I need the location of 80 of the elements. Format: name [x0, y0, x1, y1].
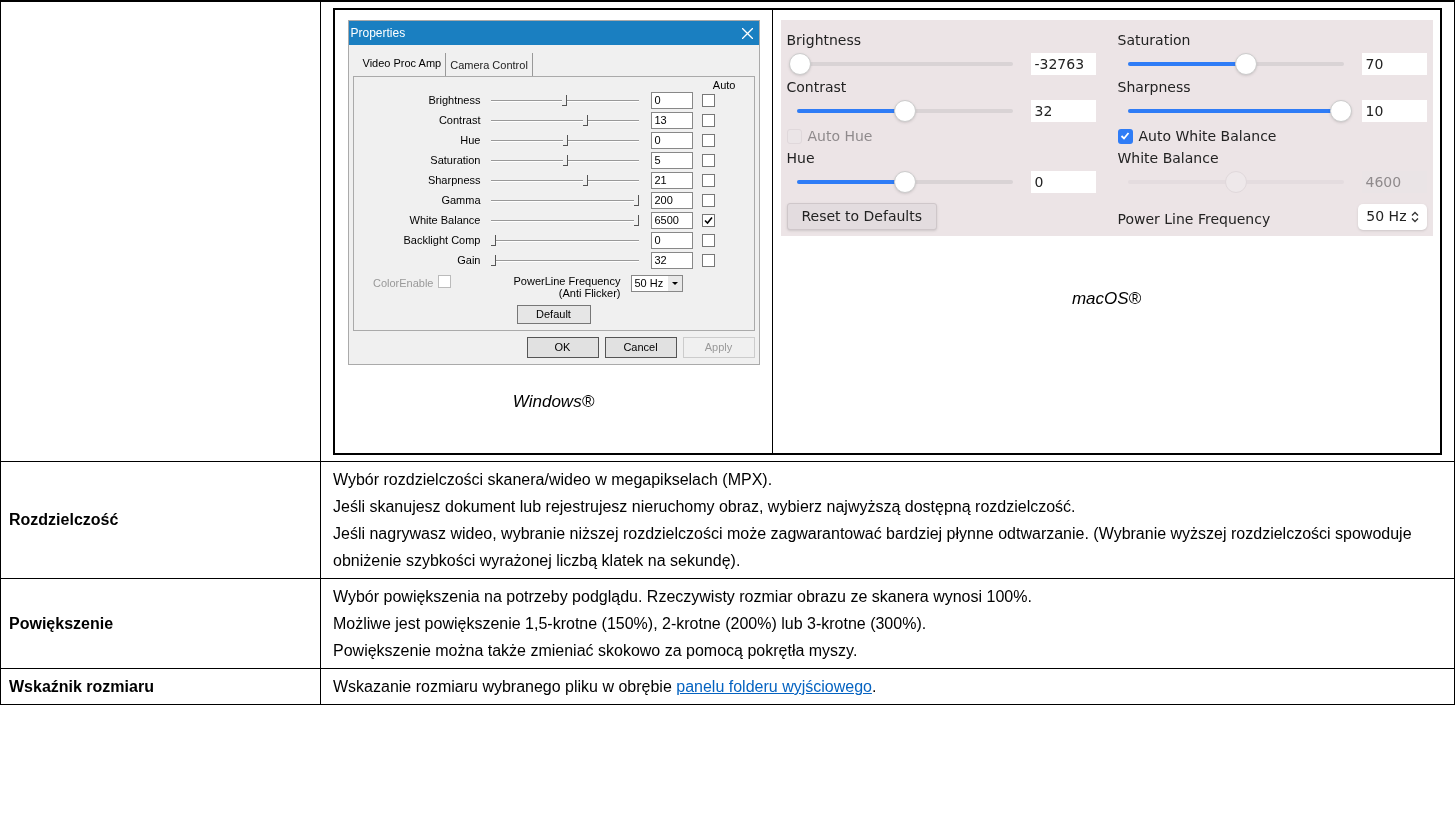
slider-label: Brightness — [427, 93, 482, 109]
select-dropdown[interactable]: 50 Hz — [1358, 203, 1427, 230]
value-field[interactable]: 6500 — [650, 212, 693, 229]
value-field[interactable]: 10 — [1361, 100, 1427, 122]
field-label: (Anti Flicker) — [558, 286, 621, 299]
value-field[interactable]: 0 — [1030, 171, 1096, 193]
description-text: Jeśli skanujesz dokument lub rejestrujesz nieruchomy obraz, wybierz najwyższą dostępną rozdzielczość. — [333, 497, 1077, 517]
value-field[interactable]: 21 — [650, 172, 693, 189]
value-field[interactable]: 200 — [650, 192, 693, 209]
value-field[interactable]: 32 — [1030, 100, 1096, 122]
slider-label: Saturation — [1117, 31, 1192, 50]
checkbox-label: Auto White Balance — [1138, 126, 1277, 146]
slider-label: Gamma — [440, 193, 482, 209]
checkbox[interactable] — [701, 254, 715, 267]
dialog-button[interactable]: Cancel — [604, 336, 677, 358]
slider-label: Brightness — [786, 31, 863, 50]
folder-panel-link[interactable]: panelu folderu wyjściowego — [676, 678, 872, 695]
default-button[interactable]: Default — [516, 304, 591, 324]
slider[interactable] — [490, 214, 639, 227]
caption: Windows® — [512, 390, 595, 413]
dialog-button[interactable]: OK — [526, 336, 599, 358]
value-field[interactable]: 5 — [650, 152, 693, 169]
caption: macOS® — [1071, 288, 1142, 310]
row-label: Wskaźnik rozmiaru — [9, 676, 154, 697]
slider[interactable] — [490, 234, 639, 247]
reset-button[interactable]: Reset to Defaults — [786, 203, 937, 230]
checkbox[interactable] — [701, 234, 715, 247]
chevrons-icon — [1410, 210, 1419, 223]
slider[interactable] — [490, 194, 639, 207]
select-label: Power Line Frequency — [1117, 210, 1271, 229]
checkbox[interactable] — [701, 134, 715, 147]
window-title: Properties — [350, 25, 406, 42]
slider-label: Hue — [786, 149, 816, 168]
slider-label: Hue — [459, 133, 482, 149]
description-text: Wybór rozdzielczości skanera/wideo w megapikselach (MPX). — [333, 470, 774, 490]
slider[interactable] — [490, 254, 639, 267]
slider[interactable] — [490, 114, 639, 127]
tab[interactable]: Camera Control — [446, 53, 533, 76]
slider-label: Contrast — [786, 78, 848, 97]
slider[interactable] — [490, 174, 639, 187]
slider-label: White Balance — [408, 213, 482, 229]
slider-label: Sharpness — [1117, 78, 1192, 97]
row-label: Rozdzielczość — [9, 510, 119, 530]
field-label: PowerLine Frequency — [513, 274, 621, 287]
description-text: Wybór powiększenia na potrzeby podglądu. Rzeczywisty rozmiar obrazu ze skanera wynosi 100%. — [333, 587, 1033, 607]
description-text: Jeśli nagrywasz wideo, wybranie niższej rozdzielczości może zagwarantować bardziej płynne odtwarzanie. (Wybranie wyższej rozdzielczości spowoduje obniżenie szybkości wyrażonej liczbą klatek na sekundę). — [333, 524, 1413, 571]
slider-label: Contrast — [437, 113, 482, 129]
slider-label: Saturation — [429, 153, 482, 169]
slider[interactable] — [490, 94, 639, 107]
value-field[interactable]: 13 — [650, 112, 693, 129]
value-field[interactable]: 0 — [650, 232, 693, 249]
close-icon[interactable] — [741, 27, 753, 39]
checkbox-label: ColorEnable — [371, 275, 435, 291]
slider-label: Sharpness — [426, 173, 482, 189]
value-field[interactable]: 0 — [650, 92, 693, 109]
checkbox[interactable] — [701, 174, 715, 187]
checkbox[interactable] — [701, 214, 715, 227]
value-field[interactable]: 32 — [650, 252, 693, 269]
slider-label: Backlight Comp — [402, 233, 482, 249]
description-text: Wskazanie rozmiaru wybranego pliku w obrębie panelu folderu wyjściowego. — [333, 677, 878, 697]
slider[interactable] — [490, 134, 639, 147]
checkbox-label: Auto Hue — [807, 126, 873, 146]
value-field[interactable]: 70 — [1361, 53, 1427, 75]
checkmark-icon — [703, 216, 713, 225]
value-field[interactable]: -32763 — [1030, 53, 1096, 75]
column-header: Auto — [712, 77, 736, 91]
description-text: Możliwe jest powiększenie 1,5-krotne (150%), 2-krotne (200%) lub 3-krotne (300%). — [333, 614, 928, 634]
slider[interactable] — [490, 154, 639, 167]
slider-label: Gain — [456, 253, 482, 269]
row-label: Powiększenie — [9, 613, 114, 634]
checkbox[interactable] — [701, 154, 715, 167]
dropdown[interactable]: 50 Hz — [630, 274, 683, 292]
checkbox[interactable] — [701, 94, 715, 107]
checkmark-icon — [1120, 131, 1130, 141]
slider-label: White Balance — [1117, 149, 1220, 168]
checkbox[interactable] — [701, 114, 715, 127]
checkbox[interactable] — [1117, 128, 1133, 144]
value-field[interactable]: 0 — [650, 132, 693, 149]
description-text: Powiększenie można także zmieniać skokowo za pomocą pokrętła myszy. — [333, 641, 859, 661]
checkbox[interactable] — [701, 194, 715, 207]
